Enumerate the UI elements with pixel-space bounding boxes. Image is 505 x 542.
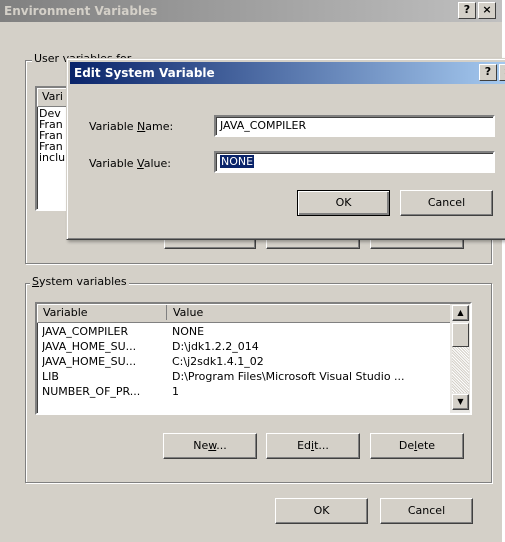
system-variables-list[interactable]: Variable Value JAVA_COMPILER NONE JAVA_HOM…: [35, 302, 472, 415]
variable-cell: JAVA_HOME_SU...: [42, 340, 137, 353]
ok-button[interactable]: OK: [275, 498, 368, 524]
column-divider[interactable]: [166, 305, 167, 320]
edit-ok-button[interactable]: OK: [297, 190, 390, 216]
help-icon: ?: [463, 3, 471, 16]
variable-name-label: Variable Name:: [89, 120, 174, 133]
system-variables-label-rest: ystem variables: [38, 275, 127, 288]
system-list-row[interactable]: JAVA_HOME_SU... D:\jdk1.2.2_014: [37, 339, 470, 354]
variable-cell: NUMBER_OF_PR...: [42, 385, 141, 398]
scroll-up-arrow-icon[interactable]: ▲: [452, 305, 469, 321]
system-variables-group-label: System variables: [30, 275, 129, 288]
selected-value-text: NONE: [220, 155, 255, 168]
edit-close-button[interactable]: ×: [499, 64, 505, 81]
outer-title-text: Environment Variables: [4, 4, 158, 18]
edit-dialog-title-text: Edit System Variable: [74, 66, 215, 80]
scroll-down-arrow-icon[interactable]: ▼: [452, 394, 469, 410]
value-cell: D:\Program Files\Microsoft Visual Studio…: [172, 370, 405, 383]
variable-value-label: Variable Value:: [89, 157, 171, 170]
system-list-header: Variable Value: [37, 304, 470, 323]
value-cell: D:\jdk1.2.2_014: [172, 340, 259, 353]
close-icon: ×: [482, 3, 492, 16]
system-list-row[interactable]: JAVA_COMPILER NONE: [37, 324, 470, 339]
edit-system-variable-dialog: Edit System Variable ? × Variable Name: …: [66, 58, 505, 240]
value-cell: 1: [172, 385, 179, 398]
help-icon: ?: [484, 65, 492, 78]
scroll-thumb[interactable]: [452, 323, 469, 347]
variable-name-input[interactable]: JAVA_COMPILER: [214, 115, 495, 137]
value-cell: NONE: [172, 325, 205, 338]
cancel-button[interactable]: Cancel: [380, 498, 473, 524]
outer-close-button[interactable]: ×: [478, 2, 496, 19]
system-list-row[interactable]: JAVA_HOME_SU... C:\j2sdk1.4.1_02: [37, 354, 470, 369]
outer-help-button[interactable]: ?: [458, 2, 476, 19]
variable-cell: JAVA_HOME_SU...: [42, 355, 137, 368]
value-cell: C:\j2sdk1.4.1_02: [172, 355, 264, 368]
outer-title-bar: Environment Variables: [0, 0, 502, 22]
system-list-row[interactable]: LIB D:\Program Files\Microsoft Visual Stu…: [37, 369, 470, 384]
system-delete-button[interactable]: Delete: [370, 433, 464, 459]
system-new-button[interactable]: New...: [163, 433, 257, 459]
system-list-scrollbar[interactable]: ▲ ▼: [450, 304, 470, 413]
variable-cell: JAVA_COMPILER: [42, 325, 129, 338]
column-header-value[interactable]: Value: [173, 305, 203, 321]
system-edit-button[interactable]: Edit...: [266, 433, 360, 459]
edit-cancel-button[interactable]: Cancel: [400, 190, 493, 216]
edit-dialog-title-bar: Edit System Variable: [70, 62, 505, 84]
column-header-variable[interactable]: Variable: [43, 305, 88, 321]
system-list-row[interactable]: NUMBER_OF_PR... 1: [37, 384, 470, 399]
variable-value-input[interactable]: NONE: [214, 151, 495, 173]
variable-cell: LIB: [42, 370, 59, 383]
edit-help-button[interactable]: ?: [479, 64, 497, 81]
scroll-track[interactable]: [452, 347, 469, 393]
